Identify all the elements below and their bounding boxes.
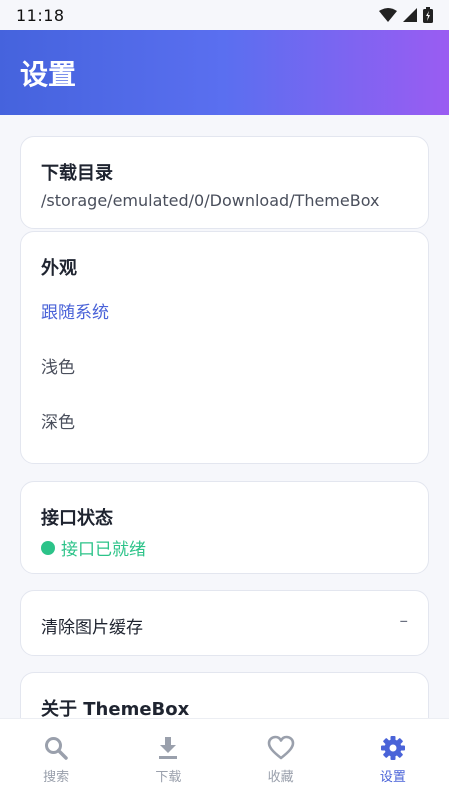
status-bar: 11:18 [0, 0, 449, 30]
tab-settings[interactable]: 设置 [337, 719, 449, 799]
tab-download-label: 下载 [155, 770, 182, 785]
clear-cache-label: 清除图片缓存 [41, 618, 143, 638]
tab-search[interactable]: 搜索 [0, 719, 112, 799]
tab-download[interactable]: 下载 [112, 719, 224, 799]
tab-settings-label: 设置 [379, 770, 406, 785]
bottom-tab-bar: 搜索 下载 收藏 设置 [0, 718, 449, 799]
app-header: 设置 [0, 30, 449, 115]
gear-icon [380, 736, 405, 760]
api-status-line: 接口已就绪 [41, 535, 146, 560]
tab-search-label: 搜索 [43, 770, 70, 785]
search-icon [45, 737, 68, 760]
theme-option-dark[interactable]: 深色 [41, 408, 75, 433]
page-title: 设置 [20, 57, 77, 91]
tab-favorites[interactable]: 收藏 [225, 719, 337, 799]
appearance-title: 外观 [41, 258, 77, 279]
api-status-card: 接口状态 接口已就绪 [20, 481, 429, 574]
api-status-text: 接口已就绪 [61, 540, 146, 560]
theme-option-light[interactable]: 浅色 [41, 353, 75, 378]
theme-option-system[interactable]: 跟随系统 [41, 298, 109, 323]
status-icons [379, 7, 433, 23]
status-time: 11:18 [16, 5, 65, 25]
download-dir-title: 下载目录 [41, 163, 113, 184]
wifi-icon [379, 8, 397, 22]
tab-favorites-label: 收藏 [267, 770, 294, 785]
download-dir-card[interactable]: 下载目录 /storage/emulated/0/Download/ThemeB… [20, 136, 429, 229]
battery-icon [423, 7, 433, 23]
download-dir-path: /storage/emulated/0/Download/ThemeBox [41, 191, 380, 210]
download-icon [159, 737, 178, 759]
signal-icon [403, 8, 417, 22]
clear-cache-value: – [399, 611, 409, 631]
status-dot-icon [41, 540, 55, 555]
api-status-title: 接口状态 [41, 508, 113, 529]
appearance-card: 外观 跟随系统 浅色 深色 [20, 231, 429, 464]
clear-cache-card[interactable]: 清除图片缓存 – [20, 590, 429, 656]
heart-icon [267, 735, 294, 760]
